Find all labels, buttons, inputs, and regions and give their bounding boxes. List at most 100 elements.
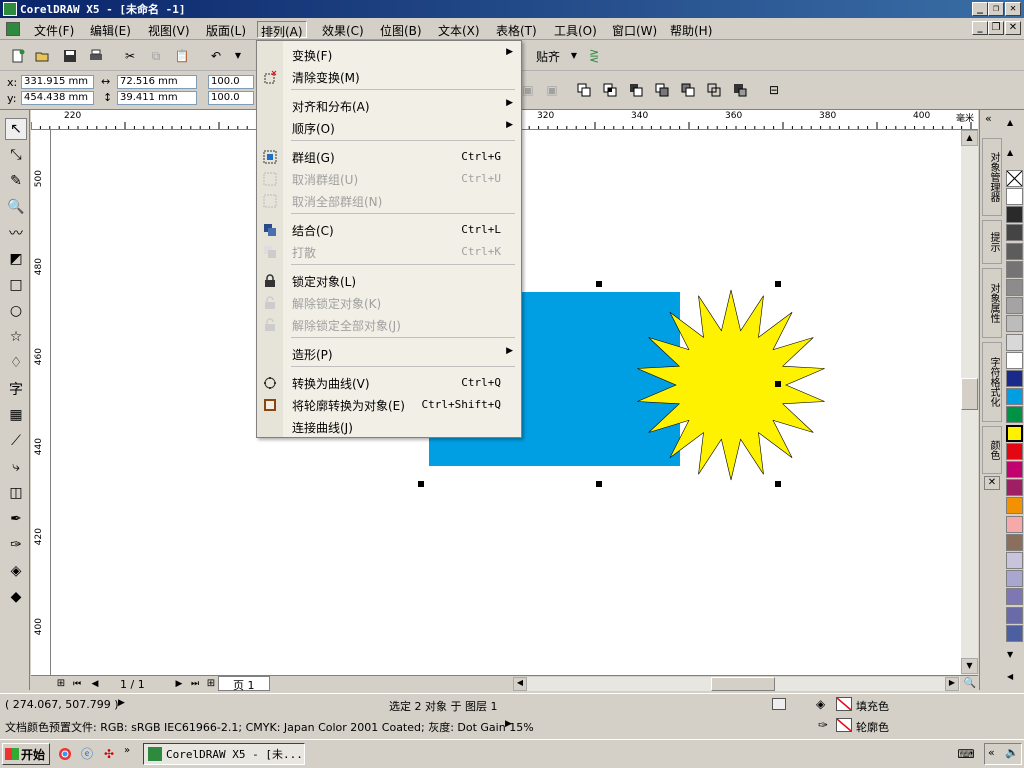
palette-swatch[interactable] [1006, 188, 1023, 205]
palette-swatch[interactable] [1006, 224, 1023, 242]
save-icon[interactable] [60, 46, 80, 66]
simplify-shape-icon[interactable] [626, 80, 646, 100]
prev-page-icon[interactable]: ◀ [85, 674, 105, 694]
palette-scroll-up2-icon[interactable]: ▲ [1007, 148, 1013, 157]
menu-table[interactable]: 表格(T) [493, 21, 540, 38]
shape-tool-icon[interactable]: ⤡ [5, 144, 27, 166]
arrange-item-12[interactable]: 造形(P) ▶ [257, 342, 521, 364]
arrange-item-4[interactable]: 群组(G) Ctrl+G [257, 145, 521, 167]
palette-swatch[interactable] [1006, 333, 1023, 351]
maximize-button[interactable]: ❐ [988, 2, 1004, 16]
menu-text[interactable]: 文本(X) [435, 21, 483, 38]
palette-swatch[interactable] [1006, 351, 1023, 369]
arrange-item-2[interactable]: 对齐和分布(A) ▶ [257, 94, 521, 116]
tray-expand-icon[interactable]: « [988, 746, 995, 759]
palette-swatch[interactable] [1006, 552, 1023, 569]
palette-swatch[interactable] [1006, 297, 1023, 315]
height-field[interactable]: 39.411 mm [117, 91, 197, 105]
taskbar-coreldraw-button[interactable]: CorelDRAW X5 - [未... [143, 743, 305, 765]
docker-tab-color[interactable]: 颜色 [982, 426, 1002, 474]
docker-tab-object-properties[interactable]: 对象属性 [982, 268, 1002, 338]
palette-swatch[interactable] [1006, 370, 1023, 387]
zoom-tool-icon[interactable]: 🔍 [5, 196, 27, 218]
connector-tool-icon[interactable]: ⤷ [5, 456, 27, 478]
scale-y-field[interactable]: 100.0 [208, 91, 254, 105]
align-distribute-icon[interactable]: ⊟ [764, 80, 784, 100]
scroll-up-icon[interactable]: ▲ [961, 130, 978, 146]
horizontal-scroll-thumb[interactable] [711, 677, 775, 691]
arrange-item-5[interactable]: 取消群组(U) Ctrl+U [257, 167, 521, 189]
basic-shapes-tool-icon[interactable]: ♢ [5, 352, 27, 374]
arrange-item-6[interactable]: 取消全部群组(N) [257, 189, 521, 211]
copy-icon[interactable]: ⧉ [146, 46, 166, 66]
table-tool-icon[interactable]: ▦ [5, 404, 27, 426]
open-icon[interactable] [32, 46, 52, 66]
undo-dropdown-icon[interactable]: ▼ [228, 46, 248, 66]
smart-fill-tool-icon[interactable]: ◩ [5, 248, 27, 270]
snap-options-icon[interactable]: ⋛ [584, 46, 604, 66]
paste-icon[interactable]: 📋 [172, 46, 192, 66]
palette-swatch[interactable] [1006, 497, 1023, 515]
arrange-item-1[interactable]: 清除变换(M) [257, 65, 521, 87]
palette-swatch[interactable] [1006, 624, 1023, 642]
palette-swatch[interactable] [1006, 606, 1023, 624]
arrange-item-10[interactable]: 解除锁定对象(K) [257, 291, 521, 313]
menu-view[interactable]: 视图(V) [145, 21, 193, 38]
selection-handle[interactable] [775, 481, 781, 487]
trim-icon[interactable]: ▣ [542, 80, 562, 100]
yellow-star[interactable] [581, 285, 831, 485]
palette-swatch[interactable] [1006, 442, 1023, 460]
front-minus-back-icon[interactable] [652, 80, 672, 100]
cut-icon[interactable]: ✂ [120, 46, 140, 66]
fill-none-swatch[interactable] [836, 697, 852, 711]
palette-swatch[interactable] [1006, 461, 1023, 478]
speaker-tray-icon[interactable]: 🔈 [1005, 746, 1019, 759]
quicklaunch-more-icon[interactable]: » [124, 745, 130, 756]
intersect-shape-icon[interactable] [600, 80, 620, 100]
no-color-swatch[interactable] [1006, 170, 1023, 187]
minimize-button[interactable]: _ [972, 2, 988, 16]
menu-tools[interactable]: 工具(O) [551, 21, 600, 38]
print-icon[interactable] [86, 46, 106, 66]
undo-icon[interactable]: ↶ [206, 46, 226, 66]
palette-swatch[interactable] [1006, 515, 1023, 533]
palette-swatch[interactable] [1006, 424, 1023, 442]
start-button[interactable]: 开始 [2, 743, 50, 765]
scroll-right-icon[interactable]: ▶ [945, 677, 959, 691]
y-position-field[interactable]: 454.438 mm [21, 91, 94, 105]
menu-file[interactable]: 文件(F) [31, 21, 77, 38]
interactive-fill-tool-icon[interactable]: ◆ [5, 586, 27, 608]
ie-quicklaunch-icon[interactable]: ⓔ [77, 744, 97, 764]
selection-handle[interactable] [775, 381, 781, 387]
palette-scroll-down-icon[interactable]: ▼ [1007, 650, 1013, 659]
scale-x-field[interactable]: 100.0 [208, 75, 254, 89]
docker-collapse-icon[interactable]: « [985, 112, 992, 125]
palette-expand-icon[interactable]: ◀ [1007, 672, 1013, 681]
app-quicklaunch-icon[interactable]: ✣ [99, 744, 119, 764]
arrange-item-15[interactable]: 连接曲线(J) [257, 415, 521, 437]
ellipse-tool-icon[interactable]: ○ [5, 300, 27, 322]
doc-minimize-button[interactable]: _ [972, 21, 988, 35]
profile-expand-icon[interactable]: ▶ [505, 719, 512, 729]
status-expand-icon[interactable]: ▶ [118, 698, 125, 708]
back-minus-front-icon[interactable] [678, 80, 698, 100]
arrange-item-7[interactable]: 结合(C) Ctrl+L [257, 218, 521, 240]
outline-pen-tool-icon[interactable]: ✑ [5, 534, 27, 556]
arrange-item-0[interactable]: 变换(F) ▶ [257, 43, 521, 65]
menu-arrange[interactable]: 排列(A) [257, 21, 307, 39]
scroll-left-icon[interactable]: ◀ [513, 677, 527, 691]
navigator-zoom-icon[interactable]: 🔍 [960, 674, 980, 694]
menu-bitmaps[interactable]: 位图(B) [377, 21, 425, 38]
palette-swatch[interactable] [1006, 206, 1023, 224]
selection-handle[interactable] [596, 481, 602, 487]
docker-tab-hints[interactable]: 提示 [982, 220, 1002, 264]
combine-shape-icon[interactable] [574, 80, 594, 100]
palette-swatch[interactable] [1006, 479, 1023, 497]
arrange-item-8[interactable]: 打散 Ctrl+K [257, 240, 521, 262]
palette-swatch[interactable] [1006, 570, 1023, 588]
create-boundary-icon[interactable] [730, 80, 750, 100]
boundary-icon[interactable] [704, 80, 724, 100]
close-button[interactable]: ✕ [1005, 2, 1021, 16]
docker-tab-object-manager[interactable]: 对象管理器 [982, 138, 1002, 216]
outline-none-swatch[interactable] [836, 718, 852, 732]
